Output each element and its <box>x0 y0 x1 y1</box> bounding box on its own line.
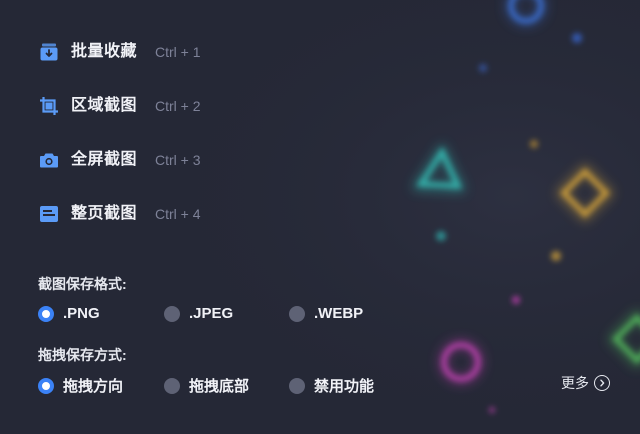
format-option-label: .JPEG <box>189 305 234 322</box>
chevron-right-circle-icon <box>594 375 610 391</box>
menu-item-shortcut: Ctrl + 2 <box>155 98 201 114</box>
radio-unselected[interactable] <box>289 305 305 322</box>
crop-icon <box>38 95 60 117</box>
radio-unselected[interactable] <box>164 377 180 394</box>
radio-unselected[interactable] <box>164 305 180 322</box>
menu-item-shortcut: Ctrl + 1 <box>155 44 201 60</box>
drag-save-options: 拖拽方向 拖拽底部 禁用功能 <box>38 375 374 396</box>
format-option-label: .WEBP <box>314 305 364 322</box>
drag-option-disable[interactable]: 禁用功能 <box>289 375 374 396</box>
menu-item-label: 批量收藏 <box>71 43 138 60</box>
format-option-webp[interactable]: .WEBP <box>289 305 363 322</box>
radio-selected[interactable] <box>38 305 54 322</box>
menu-item-region-screenshot[interactable]: 区域截图 Ctrl + 2 <box>38 95 201 149</box>
camera-icon <box>38 149 60 171</box>
format-option-jpeg[interactable]: .JPEG <box>164 305 289 322</box>
more-label: 更多 <box>561 375 589 391</box>
radio-unselected[interactable] <box>289 377 305 394</box>
menu-item-label: 区域截图 <box>71 97 138 114</box>
menu-item-batch-collect[interactable]: 批量收藏 Ctrl + 1 <box>38 41 201 95</box>
menu-item-label: 整页截图 <box>71 205 138 222</box>
drag-option-direction[interactable]: 拖拽方向 <box>38 375 164 396</box>
drag-option-label: 禁用功能 <box>314 378 375 395</box>
format-option-label: .PNG <box>63 305 100 322</box>
full-page-icon <box>38 203 60 225</box>
drag-option-bottom[interactable]: 拖拽底部 <box>164 375 289 396</box>
save-format-title: 截图保存格式: <box>38 276 127 292</box>
drag-option-label: 拖拽方向 <box>63 378 124 395</box>
format-option-png[interactable]: .PNG <box>38 305 164 322</box>
menu-item-shortcut: Ctrl + 4 <box>155 206 201 222</box>
radio-selected[interactable] <box>38 377 54 394</box>
menu-item-fullscreen-screenshot[interactable]: 全屏截图 Ctrl + 3 <box>38 149 201 203</box>
drag-save-title: 拖拽保存方式: <box>38 347 127 363</box>
batch-collect-icon <box>38 41 60 63</box>
menu-item-label: 全屏截图 <box>71 151 138 168</box>
menu-item-full-page-screenshot[interactable]: 整页截图 Ctrl + 4 <box>38 203 201 257</box>
more-link[interactable]: 更多 <box>561 373 610 393</box>
drag-option-label: 拖拽底部 <box>189 378 250 395</box>
action-menu: 批量收藏 Ctrl + 1 区域截图 Ctrl + 2 全屏截图 Ctrl + … <box>38 41 201 257</box>
save-format-options: .PNG .JPEG .WEBP <box>38 305 363 322</box>
menu-item-shortcut: Ctrl + 3 <box>155 152 201 168</box>
